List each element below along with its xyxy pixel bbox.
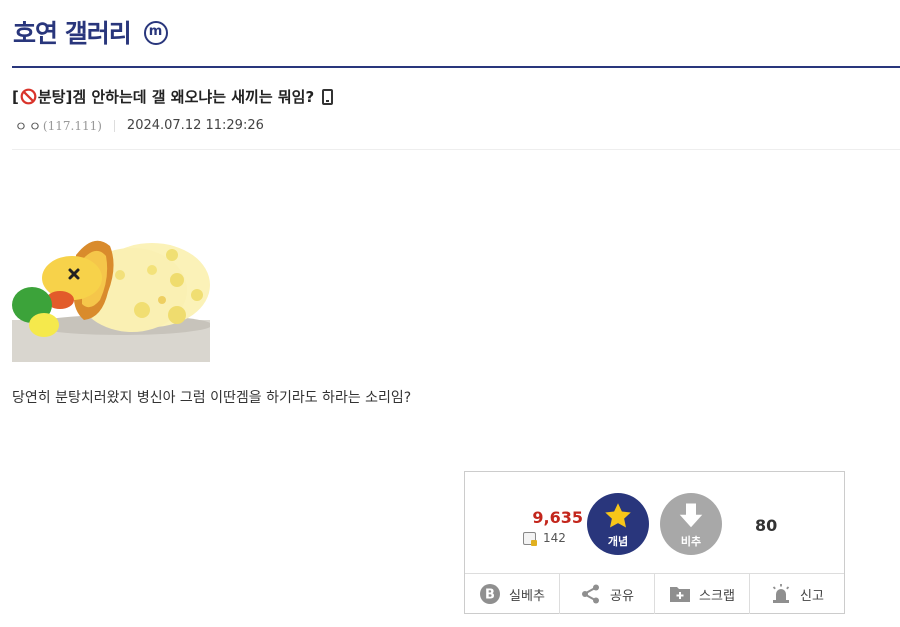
- post-image[interactable]: [12, 200, 210, 362]
- scrap-label: 스크랩: [699, 588, 735, 604]
- minor-gallery-icon: m: [144, 21, 168, 45]
- post-title: [ 분탕] 겜 안하는데 갤 왜오냐는 새끼는 뭐임?: [12, 86, 334, 107]
- fix-count-value: 142: [543, 531, 566, 545]
- downvote-button[interactable]: 비추: [660, 493, 722, 555]
- best-b-icon: B: [480, 584, 501, 604]
- svg-text:B: B: [485, 588, 495, 603]
- star-icon: [605, 503, 631, 528]
- scrap-folder-icon: [670, 587, 691, 602]
- best-recommend-label: 실베추: [509, 588, 545, 604]
- arrow-down-icon: [679, 503, 703, 528]
- meta-divider: [113, 119, 115, 132]
- upvote-label: 개념: [607, 535, 629, 548]
- share-label: 공유: [610, 588, 634, 604]
- recommend-box: 9,635 142 개념 비추 80 B 실베추 공유 스크랩 신고: [464, 471, 845, 614]
- share-button[interactable]: 공유: [559, 574, 654, 614]
- scrap-button[interactable]: 스크랩: [654, 574, 749, 614]
- writer-ip: (117.111): [42, 118, 102, 133]
- post-title-bracket: [: [12, 87, 19, 106]
- ban-icon: [20, 88, 37, 105]
- content-divider: [12, 149, 900, 150]
- minor-badge-letter: m: [148, 24, 163, 39]
- writer-nickname[interactable]: ㅇㅇ: [15, 116, 43, 135]
- mobile-icon: [322, 88, 334, 105]
- report-button[interactable]: 신고: [749, 574, 844, 614]
- fix-count: 142: [523, 531, 566, 546]
- report-siren-icon: [772, 584, 790, 603]
- upvote-button[interactable]: 개념: [587, 493, 649, 555]
- post-date: 2024.07.12 11:29:26: [126, 118, 264, 133]
- post-body-text: 당연히 분탕치러왔지 병신아 그럼 이딴겜을 하기라도 하라는 소리임?: [12, 390, 412, 406]
- up-count: 9,635: [532, 508, 583, 527]
- downvote-label: 비추: [680, 535, 702, 548]
- action-bar: B 실베추 공유 스크랩 신고: [465, 573, 844, 614]
- gallery-title[interactable]: 호연 갤러리: [13, 14, 132, 50]
- gallery-header: 호연 갤러리 m: [12, 0, 900, 68]
- report-label: 신고: [800, 588, 824, 604]
- fix-recommend-icon: [523, 531, 537, 546]
- best-recommend-button[interactable]: B 실베추: [465, 574, 559, 614]
- share-icon: [582, 584, 600, 604]
- down-count: 80: [755, 516, 778, 535]
- post-meta: ㅇㅇ (117.111) 2024.07.12 11:29:26: [15, 116, 264, 135]
- post-head: 분탕]: [37, 88, 73, 106]
- post-title-text: 겜 안하는데 갤 왜오냐는 새끼는 뭐임?: [72, 88, 315, 106]
